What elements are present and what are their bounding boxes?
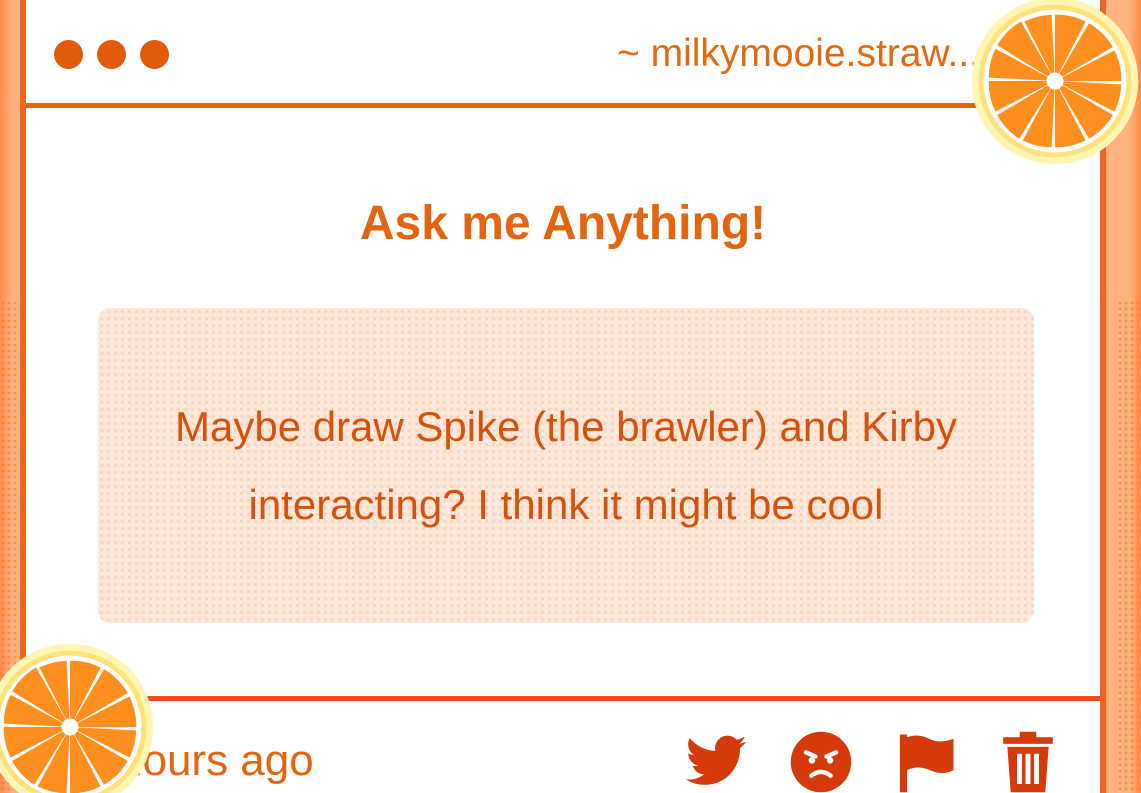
page-title: Ask me Anything! <box>359 197 767 250</box>
window-dot <box>54 40 83 69</box>
message-text: Maybe draw Spike (the brawler) and Kirby… <box>174 402 957 528</box>
orange-slice-icon <box>0 643 154 793</box>
trash-icon <box>1003 731 1053 793</box>
angry-face-icon <box>790 731 852 793</box>
orange-slice-icon <box>971 0 1139 165</box>
window-dots <box>54 40 169 69</box>
twitter-icon <box>685 735 747 785</box>
card-header: ~ milkymooie.straw... <box>26 0 1100 108</box>
flag-icon <box>899 734 954 793</box>
question-card: ~ milkymooie.straw... Ask me Anything! M… <box>20 0 1106 793</box>
orange-slice-decoration <box>0 642 155 793</box>
window-dot <box>140 40 169 69</box>
report-button[interactable] <box>893 729 959 793</box>
halftone-pattern-right <box>1117 300 1141 793</box>
twitter-share-button[interactable] <box>683 729 749 793</box>
orange-slice-decoration <box>970 0 1140 166</box>
message-box: Maybe draw Spike (the brawler) and Kirby… <box>98 308 1034 623</box>
delete-button[interactable] <box>995 729 1061 793</box>
username[interactable]: ~ milkymooie.straw... <box>617 32 980 76</box>
card-footer: hours ago <box>26 696 1100 793</box>
dislike-button[interactable] <box>788 729 854 793</box>
window-dot <box>97 40 126 69</box>
action-bar <box>683 729 1063 793</box>
